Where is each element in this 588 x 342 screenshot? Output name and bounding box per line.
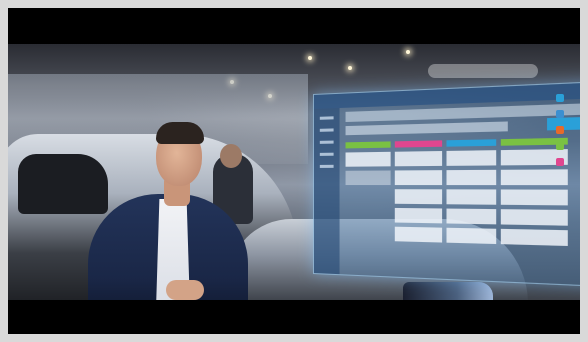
column-header — [394, 140, 443, 148]
kanban-card — [345, 151, 391, 167]
side-icon — [556, 110, 564, 118]
kanban-card — [446, 208, 497, 225]
kanban-card — [394, 207, 443, 224]
dashboard-side-icons — [554, 84, 566, 284]
car-headlight — [403, 282, 493, 300]
video-frame — [8, 8, 580, 334]
presenter-hair — [156, 122, 204, 144]
kanban-column — [345, 141, 391, 272]
kanban-card — [394, 189, 443, 205]
column-header — [345, 141, 391, 149]
ceiling-light — [348, 66, 352, 70]
column-header — [446, 139, 497, 147]
kanban-column — [446, 139, 497, 277]
kanban-card — [394, 170, 443, 186]
letterbox-top — [8, 8, 580, 44]
kanban-card — [394, 151, 443, 167]
kanban-card — [446, 189, 497, 205]
ceiling-light — [308, 56, 312, 60]
side-icon — [556, 158, 564, 166]
letterbox-bottom — [8, 300, 580, 334]
side-icon — [556, 94, 564, 102]
kanban-card — [345, 170, 391, 186]
kanban-card — [394, 226, 443, 243]
ceiling-light — [406, 50, 410, 54]
kanban-column — [394, 140, 443, 274]
sidebar-item — [319, 140, 334, 144]
holographic-dashboard — [313, 80, 580, 288]
sidebar-item — [319, 164, 334, 168]
side-icon — [556, 126, 564, 134]
car-window — [18, 154, 108, 214]
sidebar-item — [319, 152, 334, 156]
sidebar-item — [319, 128, 334, 132]
showroom-sign — [428, 64, 538, 78]
dashboard-sidebar — [313, 108, 340, 275]
kanban-card — [446, 150, 497, 166]
kanban-card — [446, 227, 497, 245]
video-scene — [8, 44, 580, 300]
dashboard-search — [345, 121, 508, 136]
kanban-card — [446, 169, 497, 186]
side-icon — [556, 142, 564, 150]
background-person-head — [220, 144, 242, 168]
sidebar-item — [319, 116, 334, 120]
presenter-hand — [166, 280, 204, 300]
